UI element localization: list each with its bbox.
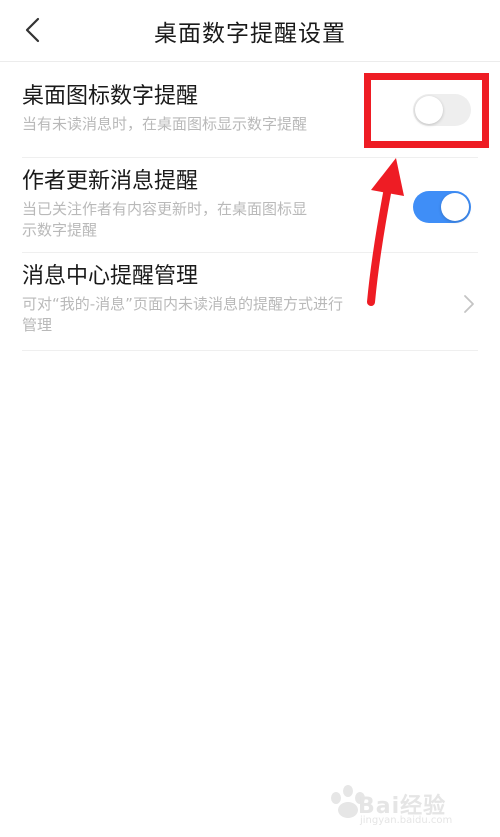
watermark-url: jingyan.baidu.com: [360, 815, 453, 826]
annotation-arrow-icon: [367, 158, 404, 306]
